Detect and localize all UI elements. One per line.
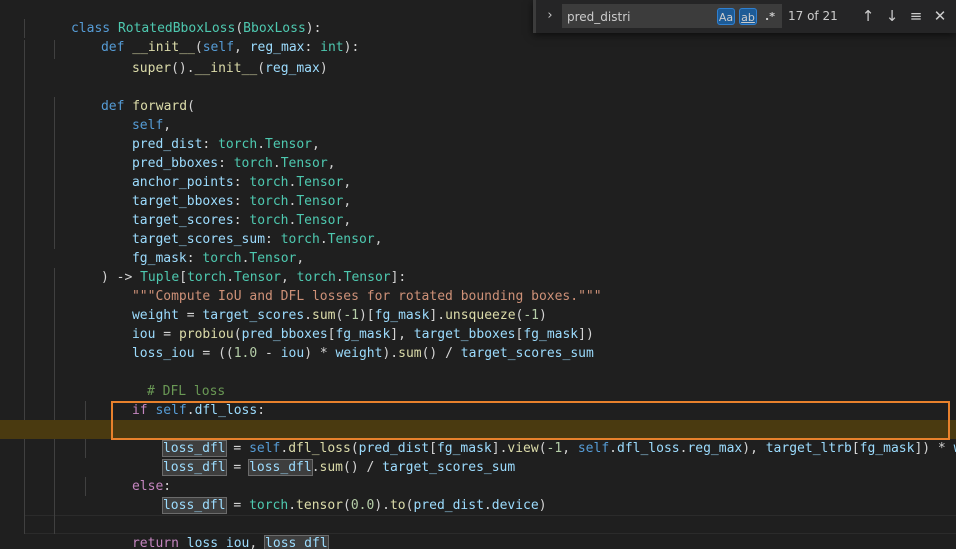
code-line-25: else: bbox=[0, 458, 956, 494]
code-line-19 bbox=[0, 344, 956, 363]
toggle-replace-chevron-icon[interactable]: › bbox=[542, 8, 558, 24]
code-line-8: pred_bboxes: torch.Tensor, bbox=[0, 135, 956, 171]
code-editor[interactable]: class RotatedBboxLoss(BboxLoss): def __i… bbox=[0, 0, 956, 549]
code-line-3: super().__init__(reg_max) bbox=[0, 40, 956, 76]
code-line-15: """Compute IoU and DFL losses for rotate… bbox=[0, 268, 956, 304]
code-line-28: return loss_iou, loss_dfl bbox=[0, 515, 956, 549]
code-line-18: loss_iou = ((1.0 - iou) * weight).sum() … bbox=[0, 325, 956, 361]
code-line-20: # DFL loss bbox=[0, 363, 956, 399]
find-widget: › Aa ab .* 17 of 21 ↑ ↓ ≡ ✕ bbox=[533, 0, 956, 33]
code-line-11: target_scores: torch.Tensor, bbox=[0, 192, 956, 228]
match-whole-word-button[interactable]: ab bbox=[739, 8, 757, 25]
find-input[interactable] bbox=[567, 8, 707, 26]
use-regex-button[interactable]: .* bbox=[761, 8, 779, 25]
code-line-14: ) -> Tuple[torch.Tensor, torch.Tensor]: bbox=[0, 249, 956, 285]
match-case-button[interactable]: Aa bbox=[717, 8, 735, 25]
code-line-12: target_scores_sum: torch.Tensor, bbox=[0, 211, 956, 247]
close-icon[interactable]: ✕ bbox=[930, 6, 950, 26]
code-line-4 bbox=[0, 59, 956, 78]
find-match-selection bbox=[111, 401, 950, 440]
match-count: 17 of 21 bbox=[788, 9, 838, 23]
code-line-5: def forward( bbox=[0, 78, 956, 114]
code-line-21: if self.dfl_loss: bbox=[0, 382, 956, 418]
code-line-7: pred_dist: torch.Tensor, bbox=[0, 116, 956, 152]
find-input-container: Aa ab .* bbox=[562, 4, 782, 28]
code-line-13: fg_mask: torch.Tensor, bbox=[0, 230, 956, 266]
code-line-16: weight = target_scores.sum(-1)[fg_mask].… bbox=[0, 287, 956, 323]
code-line-10: target_bboxes: torch.Tensor, bbox=[0, 173, 956, 209]
code-line-6: self, bbox=[0, 97, 956, 133]
find-in-selection-icon[interactable]: ≡ bbox=[906, 6, 926, 26]
previous-match-arrow-up-icon[interactable]: ↑ bbox=[858, 6, 878, 26]
code-line-27 bbox=[0, 496, 956, 515]
code-line-24: loss_dfl = loss_dfl.sum() / target_score… bbox=[0, 439, 956, 476]
code-line-26: loss_dfl = torch.tensor(0.0).to(pred_dis… bbox=[0, 477, 956, 514]
next-match-arrow-down-icon[interactable]: ↓ bbox=[882, 6, 902, 26]
code-line-9: anchor_points: torch.Tensor, bbox=[0, 154, 956, 190]
code-line-17: iou = probiou(pred_bboxes[fg_mask], targ… bbox=[0, 306, 956, 342]
